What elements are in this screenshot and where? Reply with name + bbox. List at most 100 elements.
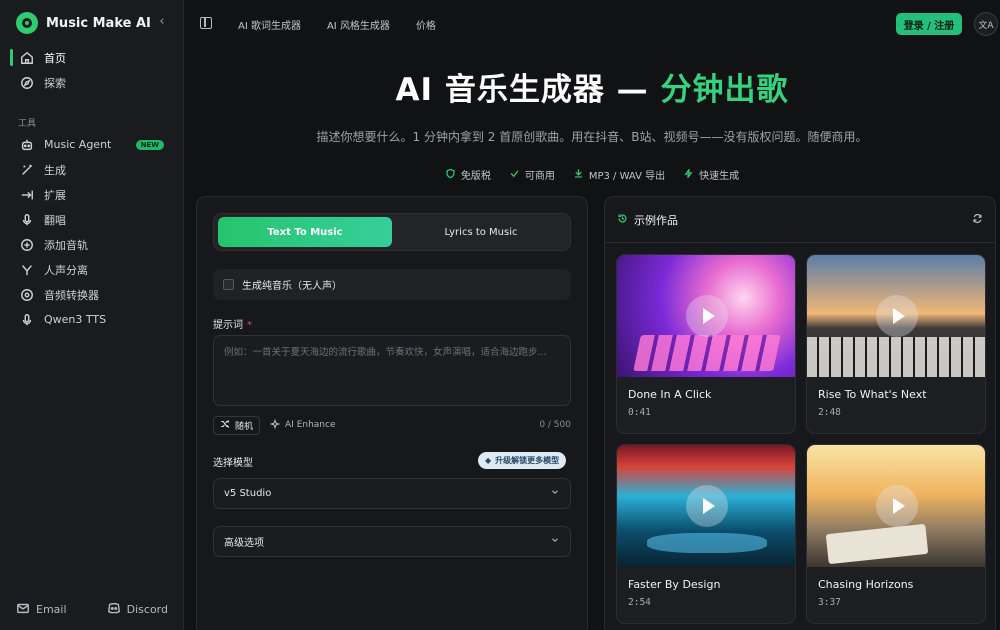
shuffle-icon — [220, 419, 230, 432]
brand[interactable]: Music Make AI — [16, 10, 151, 36]
sidebar-item-label: 翻唱 — [44, 213, 66, 227]
example-card[interactable]: Faster By Design 2:54 — [616, 444, 796, 624]
nav-link-pricing[interactable]: 价格 — [416, 17, 436, 32]
lightning-icon — [683, 168, 694, 182]
card-duration: 3:37 — [818, 597, 841, 608]
nav-link-style-generator[interactable]: AI 风格生成器 — [327, 17, 390, 32]
sidebar-item-home[interactable]: 首页 — [0, 45, 184, 70]
new-badge: NEW — [135, 139, 164, 150]
login-button[interactable]: 登录 / 注册 — [896, 13, 962, 35]
random-label: 随机 — [235, 421, 254, 432]
advanced-options[interactable]: 高级选项 — [213, 526, 571, 557]
instrumental-checkbox[interactable] — [223, 279, 234, 290]
instrumental-label: 生成纯音乐（无人声） — [242, 281, 342, 292]
advanced-options-label: 高级选项 — [224, 538, 264, 549]
play-icon[interactable] — [876, 485, 918, 527]
required-marker: * — [247, 320, 252, 331]
examples-title: 示例作品 — [634, 213, 678, 227]
sidebar-item-music-agent[interactable]: Music Agent NEW — [0, 132, 184, 157]
sidebar-item-label: 添加音轨 — [44, 238, 88, 252]
tools-section-label: 工具 — [18, 119, 37, 129]
sidebar-item-label: 探索 — [44, 76, 66, 90]
sidebar-item-generate[interactable]: 生成 — [0, 157, 184, 182]
language-icon[interactable]: 文A — [974, 12, 998, 36]
tab-text-to-music[interactable]: Text To Music — [218, 217, 392, 247]
sidebar-item-qwen3-tts[interactable]: Qwen3 TTS — [0, 307, 184, 332]
prompt-label-text: 提示词 — [213, 320, 243, 331]
sidebar: Music Make AI ‹ 首页 探索 工具 Music Agent NEW… — [0, 0, 184, 630]
sidebar-footer: Email Discord — [0, 601, 184, 618]
feature-item: 免版税 — [445, 167, 491, 182]
discord-link[interactable]: Discord — [107, 601, 168, 618]
feature-list: 免版税 可商用 MP3 / WAV 导出 快速生成 — [184, 167, 1000, 182]
diamond-icon: ◆ — [485, 456, 492, 465]
sidebar-item-label: 扩展 — [44, 188, 66, 202]
play-icon[interactable] — [686, 295, 728, 337]
sidebar-item-vocal-split[interactable]: 人声分离 — [0, 257, 184, 282]
agent-icon — [20, 138, 34, 152]
unlock-models-badge[interactable]: ◆ 升级解锁更多模型 — [478, 452, 567, 469]
example-card[interactable]: Rise To What's Next 2:48 — [806, 254, 986, 434]
sparkle-icon — [269, 418, 281, 432]
microphone-icon — [20, 213, 34, 227]
mic-icon — [20, 313, 34, 327]
sidebar-item-audio-converter[interactable]: 音频转换器 — [0, 282, 184, 307]
sidebar-item-extend[interactable]: 扩展 — [0, 182, 184, 207]
feature-item: MP3 / WAV 导出 — [573, 167, 665, 182]
history-icon — [617, 213, 628, 227]
tab-lyrics-to-music[interactable]: Lyrics to Music — [394, 217, 568, 247]
magic-wand-icon — [20, 163, 34, 177]
email-link[interactable]: Email — [16, 601, 67, 618]
ai-enhance-button[interactable]: AI Enhance — [269, 418, 336, 432]
page-title: AI 音乐生成器 — 分钟出歌 — [184, 64, 1000, 109]
random-button[interactable]: 随机 — [213, 415, 261, 435]
ai-enhance-label: AI Enhance — [285, 420, 336, 430]
char-counter: 0 / 500 — [539, 420, 571, 430]
refresh-icon[interactable] — [972, 213, 983, 227]
sidebar-item-add-track[interactable]: 添加音轨 — [0, 232, 184, 257]
examples-header: 示例作品 — [605, 197, 995, 243]
feature-label: 可商用 — [524, 171, 555, 182]
feature-label: 免版税 — [460, 171, 491, 182]
sidebar-item-label: 生成 — [44, 163, 66, 177]
page-subtitle: 描述你想要什么。1 分钟内拿到 2 首原创歌曲。用在抖音、B站、视频号——没有版… — [316, 130, 868, 144]
chevron-down-icon — [550, 535, 560, 548]
mode-tabs: Text To Music Lyrics to Music — [213, 213, 571, 251]
prompt-tools: 随机 AI Enhance 0 / 500 — [213, 415, 571, 435]
home-icon — [20, 51, 34, 65]
feature-label: 快速生成 — [699, 171, 740, 182]
sidebar-item-explore[interactable]: 探索 — [0, 70, 184, 95]
instrumental-toggle[interactable]: 生成纯音乐（无人声） — [213, 269, 571, 300]
card-title: Faster By Design — [628, 578, 721, 591]
nav-link-lyrics-generator[interactable]: AI 歌词生成器 — [238, 17, 301, 32]
feature-item: 可商用 — [509, 167, 555, 182]
add-track-icon — [20, 238, 34, 252]
play-icon[interactable] — [876, 295, 918, 337]
email-label: Email — [36, 603, 67, 616]
prompt-input[interactable] — [224, 344, 560, 397]
example-card[interactable]: Chasing Horizons 3:37 — [806, 444, 986, 624]
nav-main: 首页 探索 — [0, 45, 184, 95]
sidebar-item-cover[interactable]: 翻唱 — [0, 207, 184, 232]
feature-label: MP3 / WAV 导出 — [588, 171, 666, 182]
card-duration: 0:41 — [628, 407, 651, 418]
sidebar-item-label: 人声分离 — [44, 263, 88, 277]
model-select-value: v5 Studio — [224, 488, 272, 499]
title-main: AI 音乐生成器 — — [395, 72, 661, 108]
split-icon — [20, 263, 34, 277]
collapse-sidebar-icon[interactable]: ‹ — [155, 14, 169, 30]
sidebar-item-label: Music Agent — [44, 138, 112, 151]
model-select[interactable]: v5 Studio — [213, 478, 571, 509]
card-duration: 2:48 — [818, 407, 841, 418]
prompt-label: 提示词 * — [213, 316, 252, 331]
topbar: AI 歌词生成器 AI 风格生成器 价格 登录 / 注册 文A — [184, 0, 1000, 48]
title-accent: 分钟出歌 — [660, 72, 789, 108]
play-icon[interactable] — [686, 485, 728, 527]
example-card[interactable]: Done In A Click 0:41 — [616, 254, 796, 434]
brand-name: Music Make AI — [46, 15, 151, 31]
chevron-down-icon — [550, 487, 560, 500]
panel-toggle-icon[interactable] — [200, 17, 212, 29]
top-nav: AI 歌词生成器 AI 风格生成器 价格 — [238, 17, 436, 32]
card-title: Rise To What's Next — [818, 388, 927, 401]
sidebar-item-label: 音频转换器 — [44, 288, 99, 302]
